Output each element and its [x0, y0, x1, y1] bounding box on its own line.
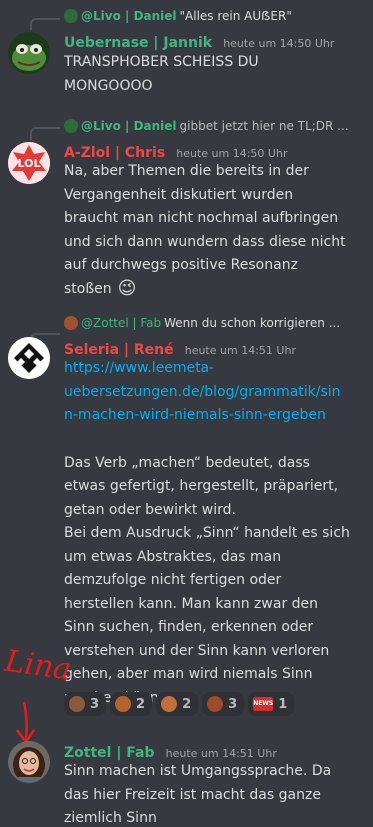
message-line: das hier Freizeit ist macht das ganze	[64, 786, 321, 803]
message-line: Sinn suchen, finden, erkennen oder	[64, 619, 314, 635]
reaction-button[interactable]: 3	[64, 692, 107, 716]
animal-emoji-icon	[115, 696, 132, 712]
reaction-count: 3	[228, 696, 238, 712]
author-name[interactable]: Uebernase | Jannik	[64, 35, 212, 51]
message-line: braucht man nicht nochmal aufbringen	[64, 210, 339, 226]
message-line: demzufolge nicht fertigen oder	[64, 572, 282, 588]
article-link[interactable]: https://www.leemeta-	[64, 357, 364, 381]
message-line: gehen, aber man wird niemals Sinn	[64, 666, 313, 682]
avatar-frog[interactable]	[8, 32, 50, 74]
news-emoji-icon: NEWS	[253, 697, 273, 711]
avatar-lol[interactable]: LOL	[8, 142, 50, 184]
reaction-button[interactable]: 3	[202, 692, 245, 716]
author-name[interactable]: Seleria | René	[64, 342, 174, 358]
reply-author[interactable]: @Livo | Daniel	[81, 9, 177, 23]
reaction-button[interactable]: NEWS 1	[248, 692, 295, 716]
annotation-text: Lina	[2, 643, 70, 687]
reply-preview[interactable]: @Livo | Daniel gibbet jetzt hier ne TL;D…	[64, 119, 349, 133]
reaction-count: 1	[278, 696, 288, 712]
message-line: etwas gefertigt, hergestellt, präpariert…	[64, 478, 339, 494]
author-name[interactable]: Zottel | Fab	[64, 745, 155, 761]
reply-text: gibbet jetzt hier ne TL;DR ...	[179, 119, 349, 133]
reply-avatar	[64, 316, 78, 330]
reply-preview[interactable]: @Livo | Daniel "Alles rein AUẞER"	[64, 9, 292, 23]
message-line: MONGOOOO	[64, 77, 153, 94]
reply-text: "Alles rein AUẞER"	[179, 9, 292, 23]
message-line: um etwas Abstraktes, das man	[64, 548, 282, 565]
wink-emoji: 😉	[117, 278, 137, 300]
message-body: https://www.leemeta- uebersetzungen.de/b…	[64, 357, 364, 710]
message-line: getan oder bewirkt wird.	[64, 501, 236, 518]
message-line: ziemlich Sinn	[64, 810, 157, 826]
message-line: herstellen kann. Man kann zwar den	[64, 595, 319, 612]
message-line-text: stoßen	[64, 280, 112, 297]
reply-author[interactable]: @Livo | Daniel	[81, 119, 177, 133]
timestamp: heute um 14:50 Uhr	[223, 37, 335, 50]
message-body: Na, aber Themen die bereits in der Verga…	[64, 160, 364, 301]
reaction-button[interactable]: 2	[156, 692, 199, 716]
handwritten-annotation: Lina	[2, 643, 70, 745]
avatar-lol-text: LOL	[18, 157, 41, 170]
reply-connector	[30, 127, 60, 140]
reply-connector	[30, 18, 60, 30]
reply-avatar	[64, 9, 78, 23]
message-body: TRANSPHOBER SCHEISS DU MONGOOOO	[64, 51, 364, 98]
message-line: TRANSPHOBER SCHEISS DU	[64, 54, 259, 70]
message-line: Sinn machen ist Umgangssprache. Da	[64, 763, 332, 779]
face-emoji-icon	[69, 696, 85, 712]
article-link[interactable]: uebersetzungen.de/blog/grammatik/sin	[64, 381, 364, 405]
message-line: Das Verb „machen“ bedeutet, dass	[64, 454, 310, 471]
message-body: Sinn machen ist Umgangssprache. Da das h…	[64, 760, 364, 827]
reaction-button[interactable]: 2	[110, 692, 153, 716]
reply-author[interactable]: @Zottel | Fab	[81, 316, 161, 330]
message-header: Seleria | René heute um 14:51 Uhr	[64, 339, 296, 358]
reactions-bar: 3 2 2 3 NEWS 1	[64, 692, 295, 716]
timestamp: heute um 14:51 Uhr	[184, 344, 296, 357]
timestamp: heute um 14:50 Uhr	[176, 147, 288, 160]
arrow-down-icon	[22, 701, 28, 741]
reply-text: Wenn du schon korrigieren ...	[164, 316, 341, 330]
message-line: stoßen 😉	[64, 278, 364, 302]
message-header: Uebernase | Jannik heute um 14:50 Uhr	[64, 32, 334, 51]
article-link[interactable]: n-machen-wird-niemals-sinn-ergeben	[64, 404, 364, 428]
avatar-woman[interactable]	[8, 741, 50, 783]
avatar-diamond-logo[interactable]	[8, 337, 50, 379]
reply-preview[interactable]: @Zottel | Fab Wenn du schon korrigieren …	[64, 316, 340, 330]
timestamp: heute um 14:51 Uhr	[165, 747, 277, 760]
reply-avatar	[64, 119, 78, 133]
message-header: A-Zlol | Chris heute um 14:50 Uhr	[64, 142, 287, 161]
message-line: verstehen und der Sinn kann verloren	[64, 642, 330, 659]
message-line: Vergangenheit diskutiert wurden	[64, 186, 294, 203]
reaction-count: 2	[182, 696, 192, 712]
message-header: Zottel | Fab heute um 14:51 Uhr	[64, 742, 277, 761]
reaction-count: 3	[90, 696, 100, 712]
message-line: auf durchwegs positive Resonanz	[64, 257, 298, 273]
message-line: Bei dem Ausdruck „Sinn“ handelt es sich	[64, 525, 350, 541]
message-line: und sich dann wundern dass diese nicht	[64, 233, 346, 250]
animal-emoji-icon	[207, 696, 224, 712]
message-line: Na, aber Themen die bereits in der	[64, 163, 309, 179]
author-name[interactable]: A-Zlol | Chris	[64, 145, 165, 161]
reaction-count: 2	[136, 696, 146, 712]
animal-emoji-icon	[161, 696, 178, 712]
